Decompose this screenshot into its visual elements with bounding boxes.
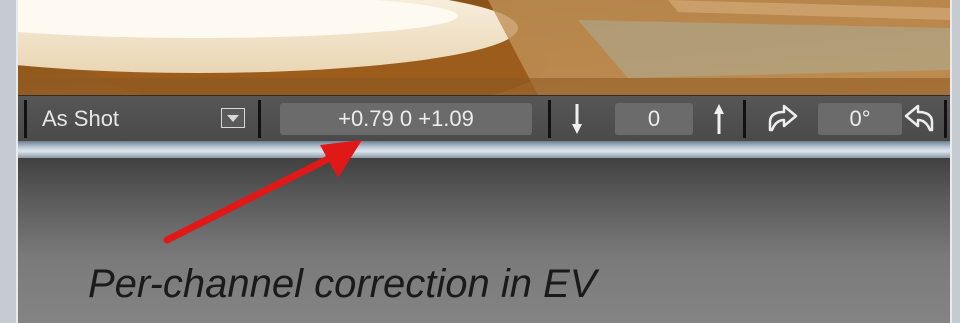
screenshot-frame: As Shot +0.79 0 +1.09 0 0° Per-channel c…	[0, 0, 960, 323]
annotation-arrow	[163, 140, 362, 244]
